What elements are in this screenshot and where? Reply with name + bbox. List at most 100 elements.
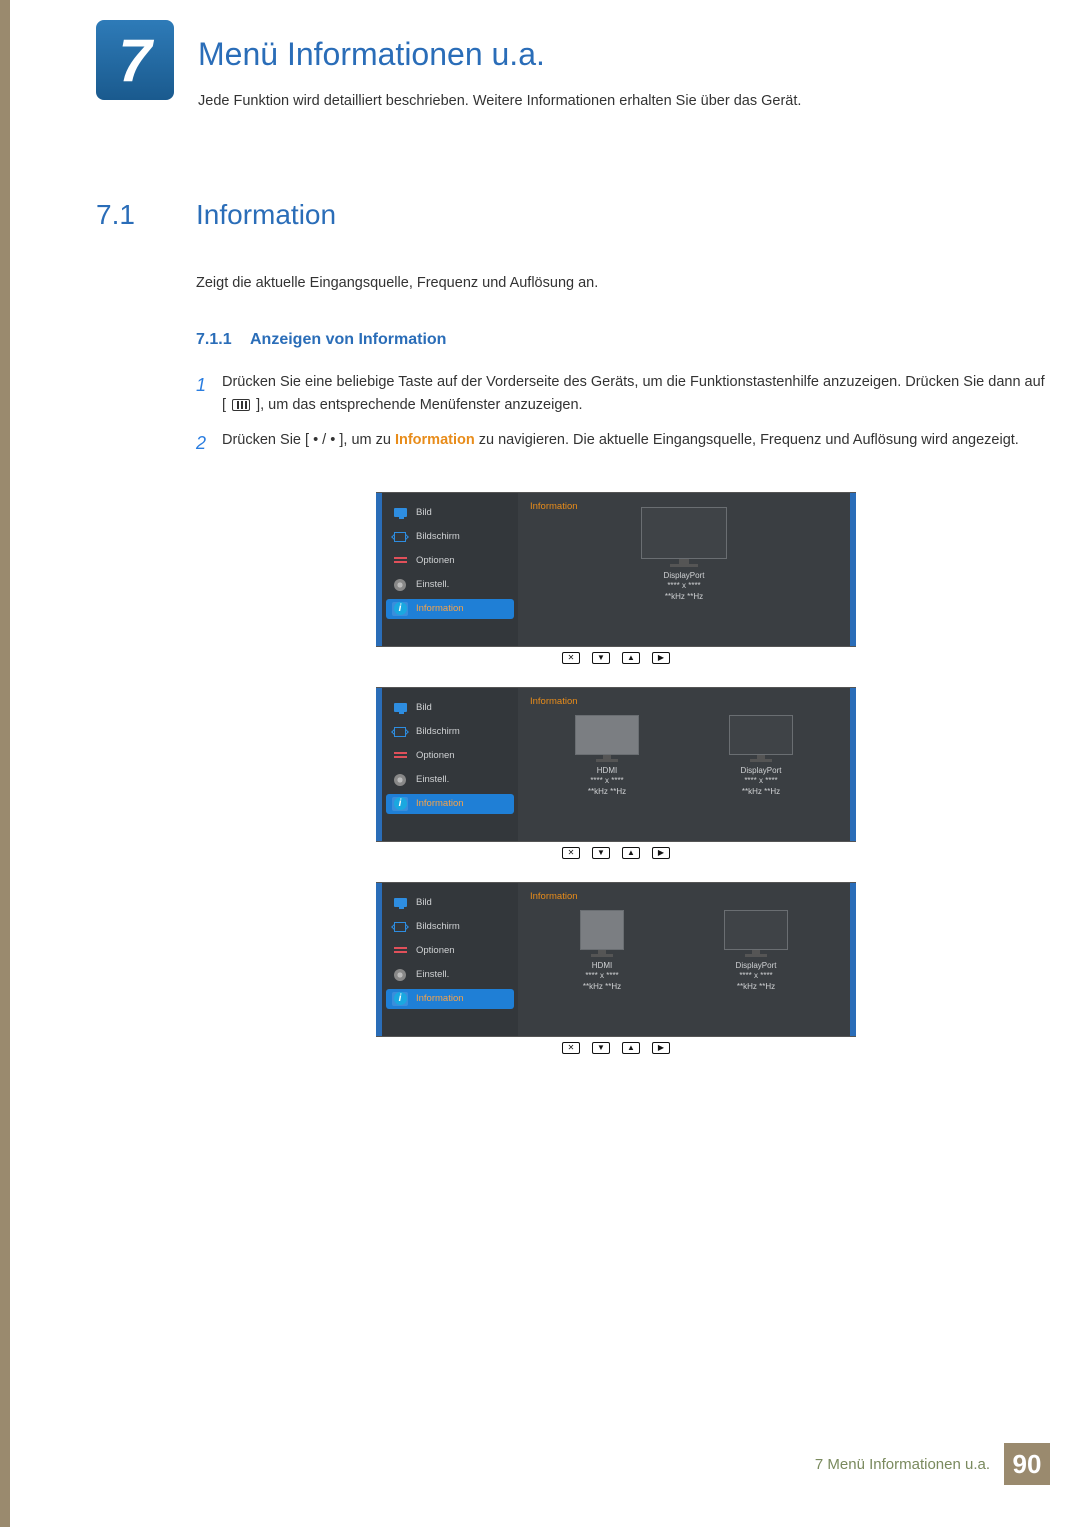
nav-down-button[interactable]: ▼ bbox=[592, 847, 610, 859]
options-icon bbox=[392, 554, 408, 568]
nav-up-button[interactable]: ▲ bbox=[622, 847, 640, 859]
sidebar-item-bild[interactable]: Bild bbox=[382, 893, 518, 913]
osd-sidebar: Bild Bildschirm Optionen Einstell. iInfo… bbox=[382, 883, 518, 1036]
step-2: 2 Drücken Sie [ • / • ], um zu Informati… bbox=[196, 429, 1050, 458]
nav-right-button[interactable]: ▶ bbox=[652, 652, 670, 664]
osd-panel: Information DisplayPort **** x **** **kH… bbox=[518, 493, 850, 646]
section-title: Information bbox=[196, 199, 336, 231]
osd-panel: Information HDMI **** x **** **kHz **Hz bbox=[518, 883, 850, 1036]
nav-down-button[interactable]: ▼ bbox=[592, 1042, 610, 1054]
resolution-label: **** x **** bbox=[580, 971, 624, 981]
source-label: HDMI bbox=[575, 766, 639, 776]
sidebar-label: Information bbox=[416, 798, 464, 809]
sidebar-item-information[interactable]: i Information bbox=[386, 794, 514, 814]
chapter-description: Jede Funktion wird detailliert beschrieb… bbox=[198, 91, 801, 113]
sidebar-item-optionen[interactable]: Optionen bbox=[382, 941, 518, 961]
sidebar-label: Information bbox=[416, 603, 464, 614]
osd-panel-title: Information bbox=[530, 696, 838, 707]
monitor-icon bbox=[392, 896, 408, 910]
sidebar-item-bildschirm[interactable]: Bildschirm bbox=[382, 917, 518, 937]
footer-text: 7 Menü Informationen u.a. bbox=[815, 1456, 1004, 1473]
sidebar-item-information[interactable]: i Information bbox=[386, 599, 514, 619]
sidebar-label: Bildschirm bbox=[416, 921, 460, 932]
nav-down-button[interactable]: ▼ bbox=[592, 652, 610, 664]
sidebar-label: Bild bbox=[416, 507, 432, 518]
sidebar-item-einstell[interactable]: Einstell. bbox=[382, 575, 518, 595]
sidebar-item-bild[interactable]: Bild bbox=[382, 698, 518, 718]
screen-icon bbox=[392, 530, 408, 544]
frequency-label: **kHz **Hz bbox=[729, 787, 793, 797]
step1-text-b: ], um das entsprechende Menüfenster anzu… bbox=[256, 397, 582, 413]
options-icon bbox=[392, 749, 408, 763]
nav-right-button[interactable]: ▶ bbox=[652, 847, 670, 859]
source-label: DisplayPort bbox=[724, 961, 788, 971]
step2-text-b: ], um zu bbox=[335, 432, 395, 448]
sidebar-label: Einstell. bbox=[416, 774, 449, 785]
nav-up-button[interactable]: ▲ bbox=[622, 1042, 640, 1054]
info-icon: i bbox=[392, 602, 408, 616]
source-label: DisplayPort bbox=[729, 766, 793, 776]
section-heading: 7.1 Information bbox=[96, 199, 1050, 231]
step-number: 1 bbox=[196, 371, 222, 417]
sidebar-item-optionen[interactable]: Optionen bbox=[382, 746, 518, 766]
monitor-icon bbox=[392, 701, 408, 715]
frequency-label: **kHz **Hz bbox=[575, 787, 639, 797]
osd-accent bbox=[850, 688, 856, 841]
osd-nav-bar: ✕ ▼ ▲ ▶ bbox=[376, 842, 856, 864]
osd-screenshot-1: Bild Bildschirm Optionen Einstell. i Info… bbox=[376, 492, 856, 669]
sidebar-label: Optionen bbox=[416, 750, 455, 761]
sidebar-item-einstell[interactable]: Einstell. bbox=[382, 770, 518, 790]
step-number: 2 bbox=[196, 429, 222, 458]
sidebar-item-bildschirm[interactable]: Bildschirm bbox=[382, 527, 518, 547]
step2-text-a: Drücken Sie [ bbox=[222, 432, 313, 448]
subsection-heading: 7.1.1 Anzeigen von Information bbox=[196, 331, 1050, 349]
source-label: HDMI bbox=[580, 961, 624, 971]
step-1: 1 Drücken Sie eine beliebige Taste auf d… bbox=[196, 371, 1050, 417]
frequency-label: **kHz **Hz bbox=[641, 592, 727, 602]
section-number: 7.1 bbox=[96, 199, 196, 231]
highlight-information: Information bbox=[395, 432, 475, 448]
menu-icon bbox=[232, 399, 250, 411]
frequency-label: **kHz **Hz bbox=[724, 982, 788, 992]
sidebar-item-bild[interactable]: Bild bbox=[382, 503, 518, 523]
resolution-label: **** x **** bbox=[575, 776, 639, 786]
sidebar-item-einstell[interactable]: Einstell. bbox=[382, 965, 518, 985]
gear-icon bbox=[392, 968, 408, 982]
sidebar-label: Optionen bbox=[416, 945, 455, 956]
monitor-preview: DisplayPort **** x **** **kHz **Hz bbox=[641, 507, 727, 602]
sidebar-item-information[interactable]: iInformation bbox=[386, 989, 514, 1009]
osd-sidebar: Bild Bildschirm Optionen Einstell. i Info… bbox=[382, 688, 518, 841]
chapter-header: 7 Menü Informationen u.a. Jede Funktion … bbox=[96, 20, 1050, 113]
subsection-number: 7.1.1 bbox=[196, 331, 250, 349]
monitor-preview-displayport: DisplayPort **** x **** **kHz **Hz bbox=[724, 910, 788, 992]
osd-screenshot-2: Bild Bildschirm Optionen Einstell. i Info… bbox=[376, 687, 856, 864]
osd-panel-title: Information bbox=[530, 891, 838, 902]
info-icon: i bbox=[392, 797, 408, 811]
nav-close-button[interactable]: ✕ bbox=[562, 652, 580, 664]
sidebar-label: Information bbox=[416, 993, 464, 1004]
monitor-preview-hdmi: HDMI **** x **** **kHz **Hz bbox=[580, 910, 624, 992]
resolution-label: **** x **** bbox=[641, 581, 727, 591]
monitor-preview-hdmi: HDMI **** x **** **kHz **Hz bbox=[575, 715, 639, 797]
nav-up-button[interactable]: ▲ bbox=[622, 652, 640, 664]
sidebar-label: Bildschirm bbox=[416, 726, 460, 737]
gear-icon bbox=[392, 578, 408, 592]
resolution-label: **** x **** bbox=[724, 971, 788, 981]
nav-close-button[interactable]: ✕ bbox=[562, 1042, 580, 1054]
sidebar-label: Einstell. bbox=[416, 969, 449, 980]
osd-nav-bar: ✕ ▼ ▲ ▶ bbox=[376, 1037, 856, 1059]
osd-accent bbox=[850, 493, 856, 646]
page-footer: 7 Menü Informationen u.a. 90 bbox=[815, 1443, 1050, 1485]
osd-screenshot-3: Bild Bildschirm Optionen Einstell. iInfo… bbox=[376, 882, 856, 1059]
nav-right-button[interactable]: ▶ bbox=[652, 1042, 670, 1054]
step-text: Drücken Sie eine beliebige Taste auf der… bbox=[222, 371, 1050, 417]
section-description: Zeigt die aktuelle Eingangsquelle, Frequ… bbox=[196, 275, 1050, 291]
monitor-icon bbox=[392, 506, 408, 520]
step2-text-c: zu navigieren. Die aktuelle Eingangsquel… bbox=[475, 432, 1019, 448]
nav-close-button[interactable]: ✕ bbox=[562, 847, 580, 859]
sidebar-item-optionen[interactable]: Optionen bbox=[382, 551, 518, 571]
sidebar-item-bildschirm[interactable]: Bildschirm bbox=[382, 722, 518, 742]
monitor-preview-displayport: DisplayPort **** x **** **kHz **Hz bbox=[729, 715, 793, 797]
left-accent-stripe bbox=[0, 0, 10, 1527]
gear-icon bbox=[392, 773, 408, 787]
